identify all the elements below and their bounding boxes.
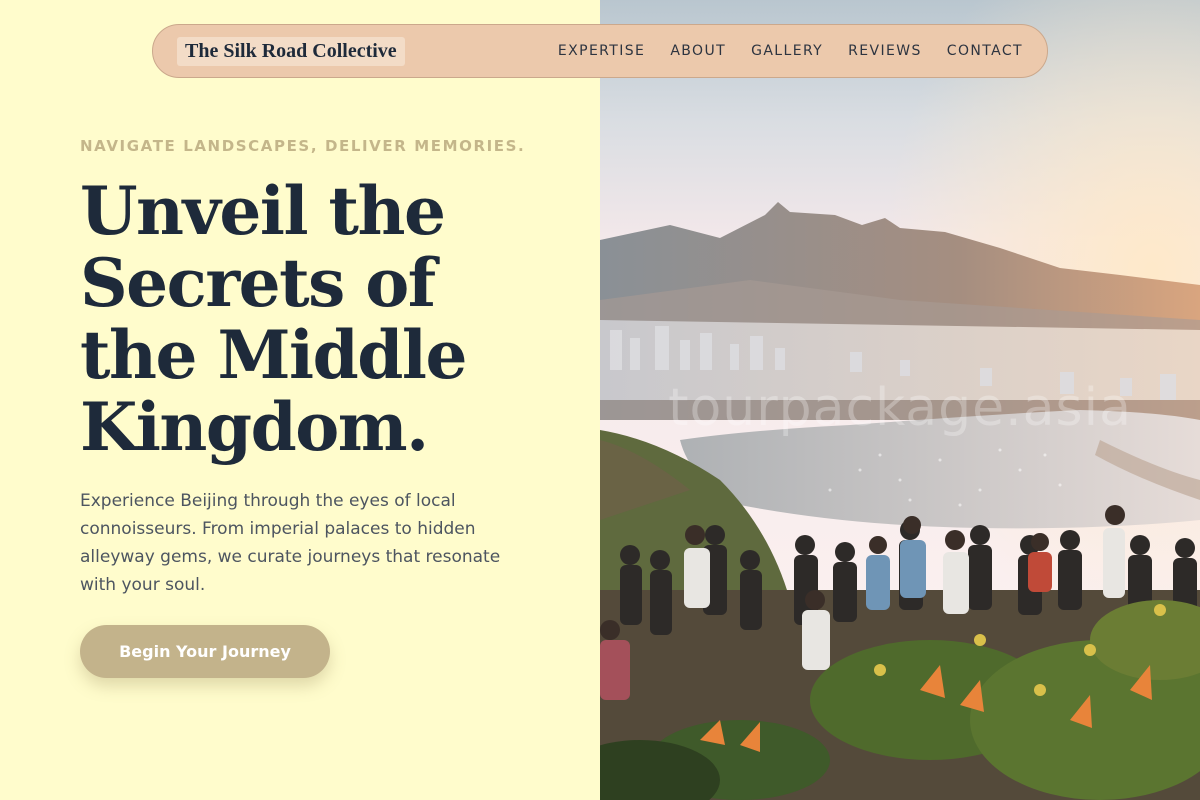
hero-headline-line: Secrets of bbox=[80, 244, 436, 322]
hero-eyebrow: NAVIGATE LANDSCAPES, DELIVER MEMORIES. bbox=[80, 137, 526, 155]
hero-description: Experience Beijing through the eyes of l… bbox=[80, 491, 501, 595]
hero-headline-line: the Middle bbox=[80, 316, 467, 394]
nav-link-expertise[interactable]: EXPERTISE bbox=[558, 43, 645, 59]
hero-headline-line: Unveil the bbox=[80, 172, 446, 250]
hero-photo: tourpackage.asia bbox=[600, 0, 1200, 800]
brand-logo[interactable]: The Silk Road Collective bbox=[177, 36, 405, 66]
nav-link-contact[interactable]: CONTACT bbox=[947, 43, 1023, 59]
nav-links: EXPERTISE ABOUT GALLERY REVIEWS CONTACT bbox=[558, 43, 1023, 59]
nav-link-gallery[interactable]: GALLERY bbox=[751, 43, 823, 59]
nav-link-reviews[interactable]: REVIEWS bbox=[848, 43, 922, 59]
image-watermark: tourpackage.asia bbox=[668, 378, 1132, 438]
hero-headline: Unveil the Secrets of the Middle Kingdom… bbox=[80, 175, 510, 463]
begin-journey-button[interactable]: Begin Your Journey bbox=[80, 625, 330, 678]
hero-headline-line: Kingdom. bbox=[80, 388, 429, 466]
nav-link-about[interactable]: ABOUT bbox=[670, 43, 726, 59]
top-navigation: The Silk Road Collective EXPERTISE ABOUT… bbox=[152, 24, 1048, 78]
